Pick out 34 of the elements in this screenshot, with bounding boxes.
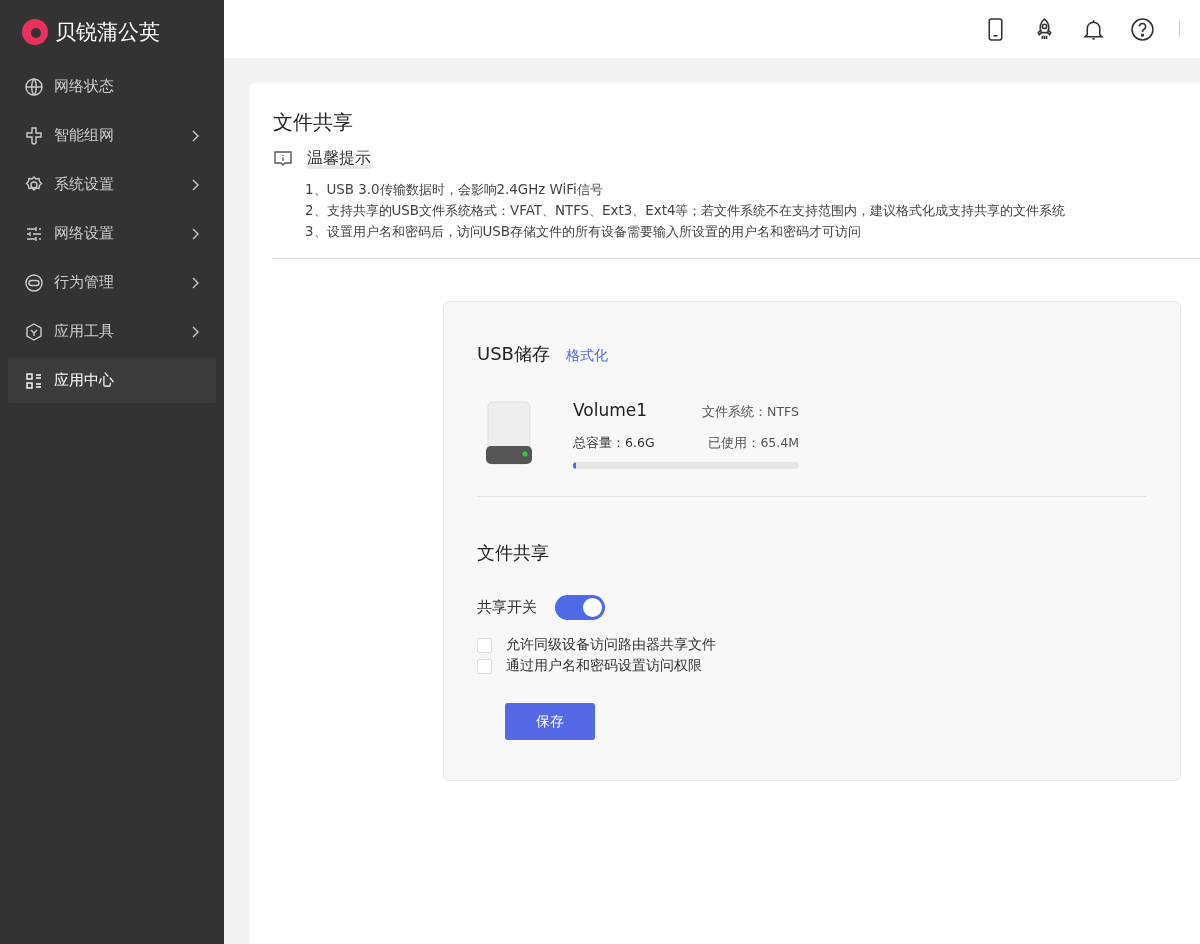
option-label: 通过用户名和密码设置访问权限 xyxy=(506,657,702,675)
checkbox[interactable] xyxy=(477,637,492,653)
brand-name: 贝锐蒲公英 xyxy=(55,19,160,46)
filesystem-text: 文件系统：NTFS xyxy=(702,404,799,421)
logo-icon xyxy=(21,18,49,46)
hard-drive-icon xyxy=(485,400,533,466)
sidebar-item[interactable]: 网络状态 xyxy=(8,64,216,109)
page-title: 文件共享 xyxy=(273,109,354,136)
sharing-title: 文件共享 xyxy=(477,541,550,565)
tips-title: 温馨提示 xyxy=(307,148,371,169)
pill-icon xyxy=(24,272,44,293)
capacity-text: 总容量：6.6G xyxy=(573,435,655,452)
tip-text: 1、USB 3.0传输数据时，会影响2.4GHz WiFi信号 xyxy=(305,181,604,199)
tip-text: 2、支持共享的USB文件系统格式：VFAT、NTFS、Ext3、Ext4等；若文件系统不在支持范围内，建议格式化成支持共享的文件系统 xyxy=(305,202,1067,220)
save-button[interactable]: 保存 xyxy=(505,703,595,740)
sidebar-item[interactable]: 智能组网 xyxy=(8,113,216,158)
hexagon-icon xyxy=(24,321,44,342)
switch-label: 共享开关 xyxy=(477,598,537,617)
sidebar-item[interactable]: 行为管理 xyxy=(8,260,216,305)
share-toggle[interactable] xyxy=(555,595,605,620)
sidebar-item[interactable]: 应用工具 xyxy=(8,309,216,354)
used-text: 已使用：65.4M xyxy=(708,435,799,452)
help-icon[interactable] xyxy=(1130,16,1155,42)
option-label: 允许同级设备访问路由器共享文件 xyxy=(506,636,716,654)
format-link[interactable]: 格式化 xyxy=(565,347,608,365)
checkbox[interactable] xyxy=(477,658,492,674)
tip-text: 3、设置用户名和密码后，访问USB存储文件的所有设备需要输入所设置的用户名和密码才可访问 xyxy=(305,223,862,241)
volume-name: Volume1 xyxy=(573,400,648,420)
sidebar-item[interactable]: 系统设置 xyxy=(8,162,216,207)
grid-icon xyxy=(24,370,44,391)
usb-title: USB储存 xyxy=(477,342,550,366)
globe-icon xyxy=(24,76,44,97)
sidebar-item[interactable]: 应用中心 xyxy=(8,358,216,403)
sidebar-item[interactable]: 网络设置 xyxy=(8,211,216,256)
